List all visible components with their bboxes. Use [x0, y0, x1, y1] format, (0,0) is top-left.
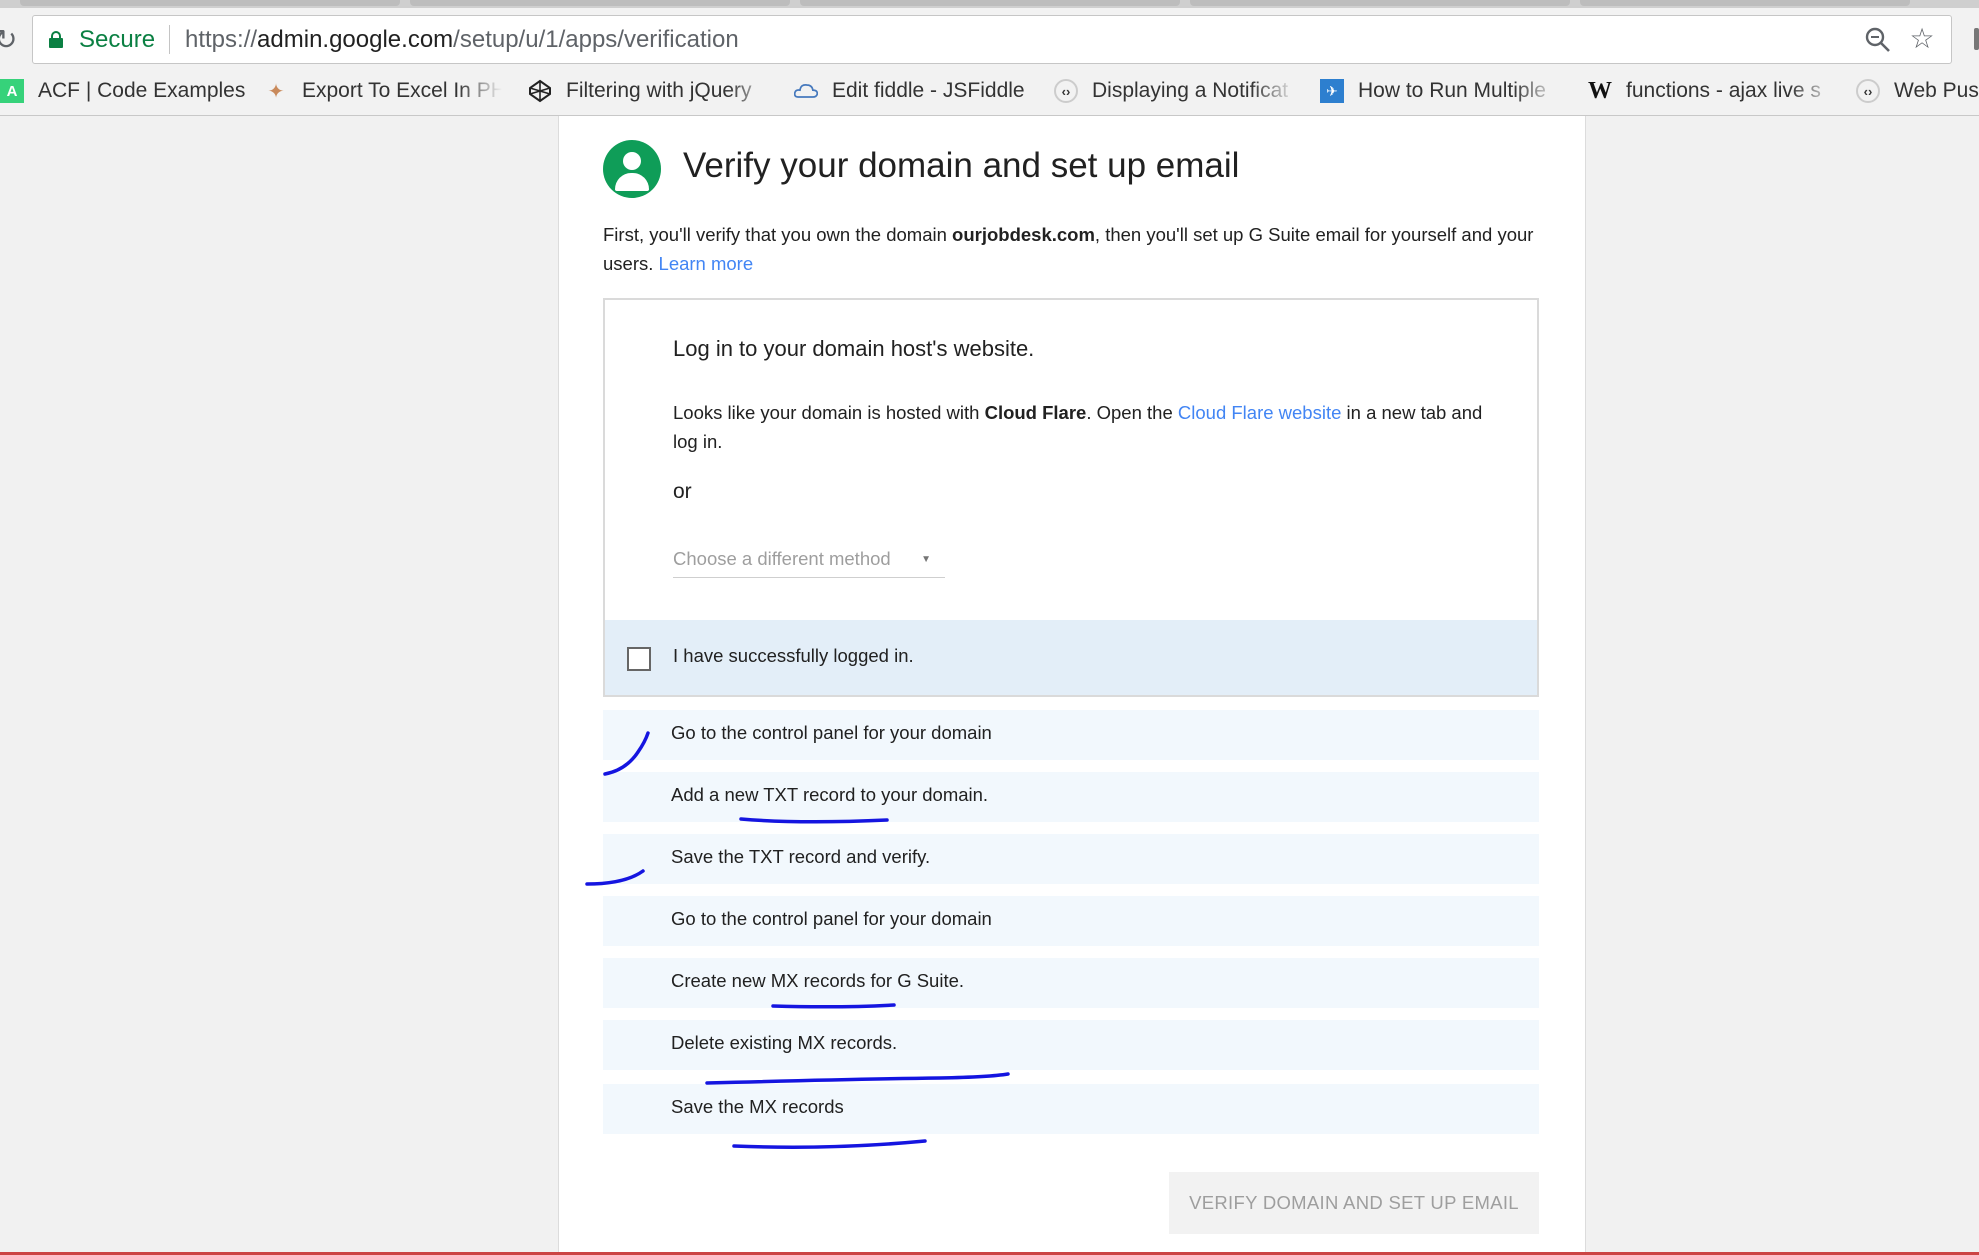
w-icon: W	[1588, 77, 1612, 104]
bookmark-label: Web Pus	[1894, 79, 1979, 102]
jsfiddle-icon	[794, 79, 818, 103]
intro-prefix: First, you'll verify that you own the do…	[603, 224, 953, 245]
codepen-icon	[528, 79, 552, 103]
bookmark-item[interactable]: ✈ How to Run Multiple	[1320, 76, 1558, 106]
bookmark-label: Filtering with jQuery	[566, 79, 752, 102]
intro-text: First, you'll verify that you own the do…	[603, 220, 1553, 278]
logged-in-checkbox[interactable]	[627, 647, 651, 671]
tab-strip	[0, 0, 1979, 8]
step-item[interactable]: Save the MX records	[603, 1084, 1539, 1134]
step-label: Go to the control panel for your domain	[671, 722, 992, 743]
reload-icon[interactable]: ↻	[0, 26, 17, 54]
bookmark-label: Edit fiddle - JSFiddle	[832, 79, 1025, 102]
bookmark-label: Displaying a Notificat	[1092, 79, 1289, 102]
step-item[interactable]: Create new MX records for G Suite.	[603, 958, 1539, 1008]
step-label: Save the TXT record and verify.	[671, 846, 931, 867]
url-host: admin.google.com	[257, 26, 454, 53]
lock-icon	[49, 31, 63, 48]
setup-card: Verify your domain and set up email Firs…	[558, 116, 1586, 1255]
zoom-icon[interactable]	[1863, 25, 1893, 55]
code-brackets-icon: ‹›	[1054, 79, 1078, 103]
login-step-title: Log in to your domain host's website.	[673, 336, 1035, 361]
domain-name: ourjobdesk.com	[952, 224, 1095, 245]
step-label: Save the MX records	[671, 1096, 844, 1117]
step-item[interactable]: Save the TXT record and verify.	[603, 834, 1539, 884]
login-step-text: Looks like your domain is hosted with Cl…	[673, 398, 1493, 456]
step-item[interactable]: Go to the control panel for your domain	[603, 896, 1539, 946]
step-label: Create new MX records for G Suite.	[671, 970, 965, 991]
step-label: Go to the control panel for your domain	[671, 908, 992, 929]
bookmark-label: functions - ajax live s	[1626, 79, 1821, 102]
address-separator	[169, 25, 170, 54]
step-label: Add a new TXT record to your domain.	[671, 784, 989, 805]
url-path: /setup/u/1/apps/verification	[453, 26, 739, 53]
address-bar[interactable]: Secure https://admin.google.com/setup/u/…	[32, 15, 1952, 64]
host-website-link[interactable]: Cloud Flare website	[1178, 402, 1342, 423]
acf-icon: A	[0, 79, 24, 103]
browser-tab[interactable]	[1580, 0, 1910, 6]
export-excel-icon: ✦	[267, 80, 285, 103]
bookmark-item[interactable]: ✦ Export To Excel In PH	[264, 76, 502, 106]
host-name: Cloud Flare	[984, 402, 1087, 423]
blue-tile-icon: ✈	[1320, 79, 1344, 103]
caret-down-icon: ▼	[921, 554, 931, 565]
bookmarks-bar: A ACF | Code Examples ✦ Export To Excel …	[0, 70, 1979, 112]
host-text-middle: . Open the	[1086, 402, 1178, 423]
bookmark-item[interactable]: Filtering with jQuery	[528, 76, 774, 106]
logged-in-checkbox-label[interactable]: I have successfully logged in.	[673, 645, 914, 667]
verify-domain-button[interactable]: VERIFY DOMAIN AND SET UP EMAIL	[1169, 1172, 1539, 1234]
bookmark-item[interactable]: ‹› Web Pus	[1856, 76, 1979, 106]
browser-chrome: ↻ Secure https://admin.google.com/setup/…	[0, 0, 1979, 116]
login-step-box: Log in to your domain host's website. Lo…	[603, 298, 1539, 697]
method-select-value: Choose a different method	[673, 548, 891, 569]
step-item[interactable]: Add a new TXT record to your domain.	[603, 772, 1539, 822]
browser-tab[interactable]	[20, 0, 400, 6]
browser-tab[interactable]	[410, 0, 790, 6]
host-text-prefix: Looks like your domain is hosted with	[673, 402, 985, 423]
browser-tab[interactable]	[1190, 0, 1570, 6]
method-select[interactable]: Choose a different method ▼	[673, 548, 945, 578]
bookmark-star-icon[interactable]: ☆	[1907, 24, 1937, 54]
bookmark-item[interactable]: Edit fiddle - JSFiddle	[794, 76, 1025, 106]
secure-label: Secure	[79, 26, 156, 53]
browser-menu-icon[interactable]	[1974, 28, 1979, 50]
bookmark-item[interactable]: W functions - ajax live s	[1588, 76, 1836, 106]
step-label: Delete existing MX records.	[671, 1032, 898, 1053]
code-brackets-icon: ‹›	[1856, 79, 1880, 103]
page-title: Verify your domain and set up email	[683, 146, 1240, 185]
bookmark-label: Export To Excel In PH	[302, 79, 502, 102]
user-avatar-icon	[603, 140, 661, 198]
logged-in-confirm-row[interactable]: I have successfully logged in.	[605, 620, 1537, 695]
bookmark-label: ACF | Code Examples	[38, 79, 246, 102]
step-item[interactable]: Go to the control panel for your domain	[603, 710, 1539, 760]
bookmark-item[interactable]: ‹› Displaying a Notificat	[1054, 76, 1296, 106]
bookmark-item[interactable]: A ACF | Code Examples	[0, 76, 245, 106]
url-scheme: https://	[185, 26, 258, 53]
or-divider-text: or	[673, 480, 692, 503]
browser-tab[interactable]	[800, 0, 1180, 6]
url-text[interactable]: https://admin.google.com/setup/u/1/apps/…	[185, 26, 739, 54]
step-item[interactable]: Delete existing MX records.	[603, 1020, 1539, 1070]
bookmark-label: How to Run Multiple	[1358, 79, 1546, 102]
learn-more-link[interactable]: Learn more	[659, 253, 754, 274]
